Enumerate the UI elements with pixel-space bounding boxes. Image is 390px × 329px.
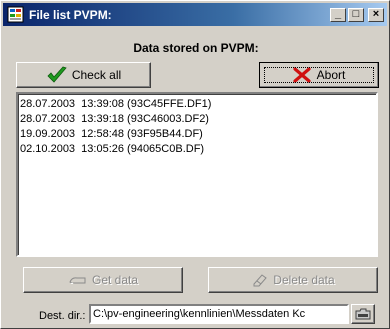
get-data-label: Get data bbox=[91, 273, 139, 287]
list-item[interactable]: 02.10.2003 13:05:26 (94065C0B.DF) bbox=[20, 142, 374, 157]
abort-x-icon bbox=[293, 67, 311, 83]
check-all-button[interactable]: Check all bbox=[16, 62, 151, 88]
list-item[interactable]: 19.09.2003 12:58:48 (93F95B44.DF) bbox=[20, 127, 374, 142]
dest-dir-label: Dest. dir.: bbox=[39, 310, 86, 322]
dest-dir-field[interactable]: C:\pv-engineering\kennlinien\Messdaten K… bbox=[89, 304, 349, 324]
app-icon bbox=[7, 6, 24, 23]
get-data-button[interactable]: Get data bbox=[23, 267, 183, 293]
file-listbox[interactable]: 28.07.2003 13:39:08 (93C45FFE.DF1) 28.07… bbox=[16, 92, 378, 257]
delete-data-button[interactable]: Delete data bbox=[208, 267, 378, 293]
minimize-button[interactable]: _ bbox=[330, 7, 346, 22]
list-item[interactable]: 28.07.2003 13:39:18 (93C46003.DF2) bbox=[20, 112, 374, 127]
eraser-icon bbox=[251, 273, 269, 287]
abort-label: Abort bbox=[316, 68, 346, 82]
close-button[interactable]: × bbox=[368, 7, 384, 22]
folder-browse-icon bbox=[355, 307, 371, 321]
check-all-label: Check all bbox=[71, 68, 122, 82]
page-heading: Data stored on PVPM: bbox=[133, 41, 259, 55]
checkmark-icon bbox=[46, 66, 68, 84]
list-item[interactable]: 28.07.2003 13:39:08 (93C45FFE.DF1) bbox=[20, 97, 374, 112]
delete-data-label: Delete data bbox=[273, 273, 335, 287]
window-title: File list PVPM: bbox=[29, 7, 112, 22]
file-list-window: File list PVPM: _ □ × Data stored on PVP… bbox=[0, 0, 390, 329]
title-bar[interactable]: File list PVPM: _ □ × bbox=[3, 3, 387, 26]
browse-button[interactable] bbox=[351, 304, 375, 324]
abort-button[interactable]: Abort bbox=[259, 62, 379, 88]
maximize-button[interactable]: □ bbox=[348, 7, 364, 22]
get-data-icon bbox=[68, 274, 88, 286]
